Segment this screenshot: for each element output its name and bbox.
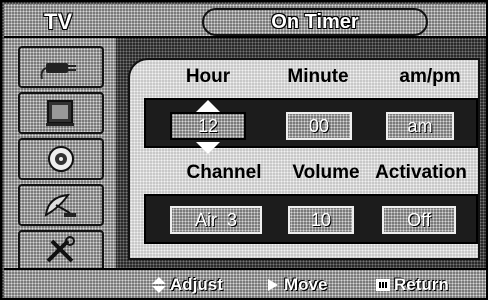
minute-header: Minute	[287, 66, 349, 87]
activation-header: Activation	[375, 162, 467, 183]
channel-icon[interactable]	[18, 184, 104, 226]
tools-icon	[46, 236, 75, 263]
right-arrow-icon	[268, 279, 278, 291]
plug-icon	[40, 63, 76, 80]
return-hint-label: Return	[394, 275, 449, 294]
hour-field[interactable]: 12	[170, 112, 246, 140]
menu-icon	[376, 279, 390, 291]
page-title: On Timer	[271, 11, 359, 33]
sidebar	[4, 38, 116, 272]
sound-icon[interactable]	[18, 138, 104, 180]
adjust-hint-label: Adjust	[170, 275, 223, 294]
ampm-header: am/pm	[399, 66, 461, 87]
title-bar: TV On Timer	[4, 4, 486, 38]
up-arrow-icon	[196, 100, 220, 112]
hint-bar: Adjust Move Return	[4, 268, 486, 298]
hour-header: Hour	[185, 66, 231, 87]
speaker-icon	[48, 146, 74, 172]
volume-header: Volume	[292, 162, 360, 183]
down-arrow-icon	[196, 142, 220, 154]
move-hint-label: Move	[284, 275, 328, 294]
up-down-arrow-icon	[152, 277, 166, 293]
adjust-hint: Adjust	[152, 275, 223, 295]
osd-screen: TV On Timer Hour Minute am/pm 12 00 am C…	[0, 0, 488, 300]
ampm-field[interactable]: am	[386, 112, 454, 140]
activation-field[interactable]: Off	[382, 206, 456, 234]
channel-header: Channel	[186, 162, 262, 183]
input-icon[interactable]	[18, 46, 104, 88]
move-hint: Move	[266, 275, 327, 295]
channel-field[interactable]: Air 3	[170, 206, 262, 234]
title-pill: On Timer	[202, 8, 428, 36]
picture-frame-icon	[46, 100, 74, 126]
volume-field[interactable]: 10	[288, 206, 354, 234]
picture-icon[interactable]	[18, 92, 104, 134]
minute-field[interactable]: 00	[286, 112, 352, 140]
satellite-dish-icon	[44, 193, 76, 217]
menu-section-label: TV	[44, 9, 73, 34]
return-hint: Return	[376, 275, 449, 295]
setup-icon[interactable]	[18, 230, 104, 272]
